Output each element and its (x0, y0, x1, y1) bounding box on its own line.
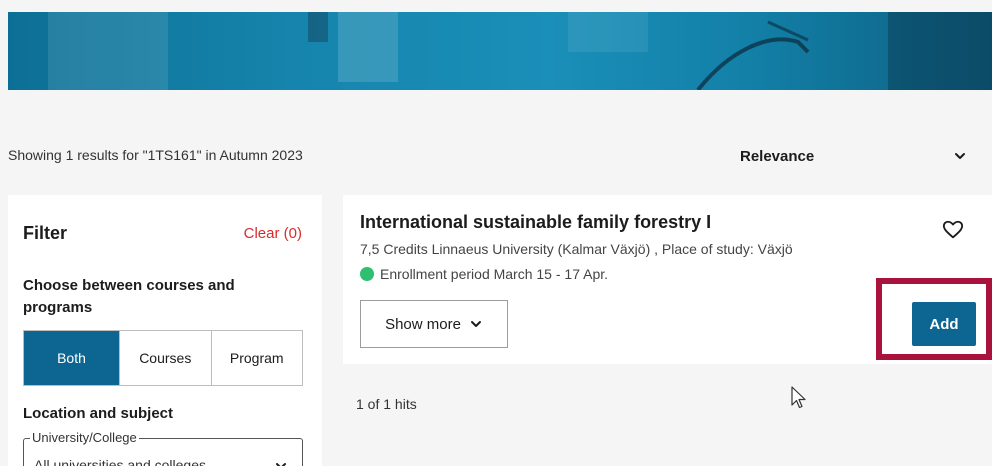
university-select[interactable]: University/College All universities and … (23, 430, 303, 466)
enrollment-status: Enrollment period March 15 - 17 Apr. (360, 266, 608, 282)
filter-title: Filter (23, 223, 68, 243)
segment-both[interactable]: Both (24, 331, 120, 385)
page: Showing 1 results for "1TS161" in Autumn… (0, 0, 992, 466)
type-segmented-control: Both Courses Program (23, 330, 303, 386)
show-more-label: Show more (385, 315, 461, 333)
hits-count: 1 of 1 hits (356, 396, 417, 412)
clear-filters-button[interactable]: Clear (0) (244, 225, 302, 242)
chevron-down-icon (955, 153, 965, 159)
sort-dropdown[interactable]: Relevance (730, 140, 985, 172)
university-legend: University/College (30, 430, 139, 445)
heart-icon[interactable] (942, 219, 964, 241)
choose-type-heading: Choose between courses and programs (23, 277, 235, 316)
hero-banner (8, 12, 992, 90)
status-dot-icon (360, 267, 374, 281)
chevron-down-icon (276, 463, 286, 466)
mouse-cursor-icon (791, 386, 806, 409)
segment-program[interactable]: Program (210, 331, 302, 385)
chevron-down-icon (470, 321, 481, 327)
location-subject-heading: Location and subject (23, 405, 174, 422)
university-value: All universities and colleges (34, 457, 206, 466)
add-button[interactable]: Add (912, 302, 976, 346)
sort-label: Relevance (740, 147, 815, 165)
results-summary: Showing 1 results for "1TS161" in Autumn… (8, 147, 303, 163)
segment-courses[interactable]: Courses (119, 331, 210, 385)
show-more-button[interactable]: Show more (360, 300, 508, 348)
enrollment-text: Enrollment period March 15 - 17 Apr. (380, 266, 609, 282)
course-meta: 7,5 Credits Linnaeus University (Kalmar … (360, 241, 793, 257)
course-title[interactable]: International sustainable family forestr… (360, 212, 711, 233)
filter-panel: Filter Clear (0) Choose between courses … (8, 195, 322, 466)
